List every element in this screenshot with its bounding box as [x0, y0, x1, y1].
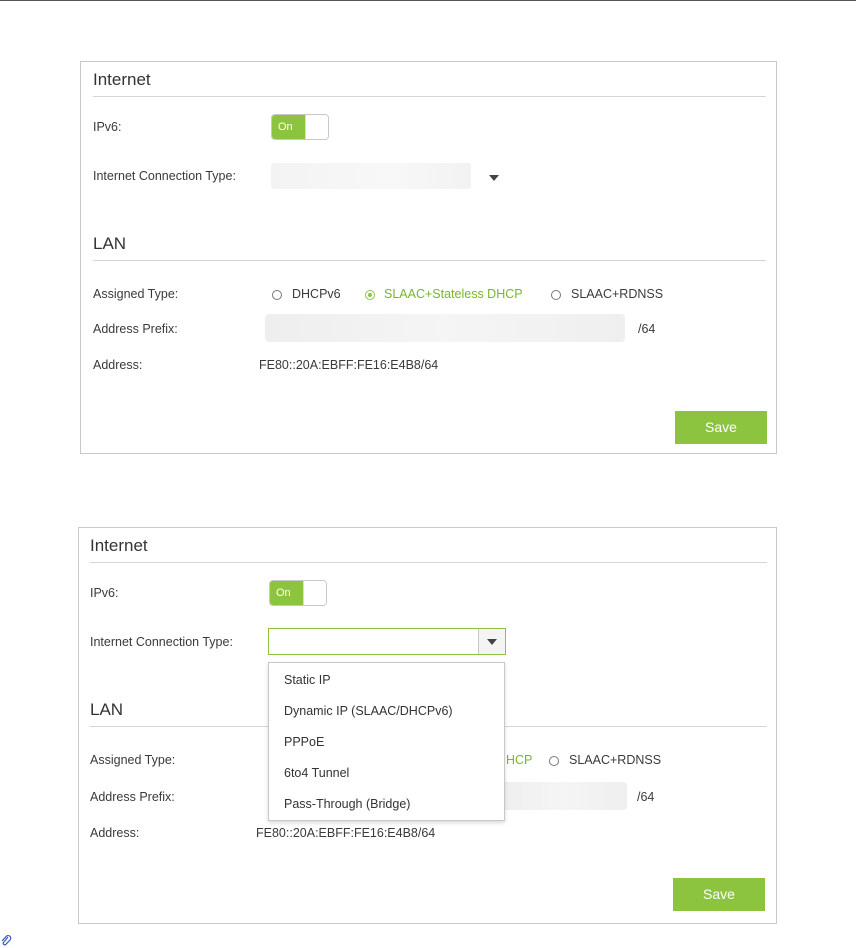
ipv6-toggle[interactable]: On: [271, 114, 329, 140]
radio-slaac-rdnss-label[interactable]: SLAAC+RDNSS: [569, 753, 661, 767]
address-prefix-label: Address Prefix:: [90, 790, 175, 804]
save-button[interactable]: Save: [673, 878, 765, 911]
address-label: Address:: [93, 358, 143, 372]
address-value: FE80::20A:EBFF:FE16:E4B8/64: [256, 826, 436, 840]
internet-section-title: Internet: [93, 70, 151, 89]
triangle-down-icon[interactable]: [489, 175, 499, 181]
radio-dhcpv6-label[interactable]: DHCPv6: [292, 287, 341, 301]
internet-section-divider: [90, 562, 767, 563]
dropdown-option-pppoe[interactable]: PPPoE: [284, 735, 324, 749]
paperclip-icon: [1, 934, 12, 946]
address-prefix-input[interactable]: [265, 314, 625, 342]
address-label: Address:: [90, 826, 140, 840]
connection-type-select[interactable]: [268, 628, 506, 655]
radio-option-fragment[interactable]: HCP: [506, 753, 532, 767]
dropdown-toggle-button[interactable]: [478, 629, 505, 654]
save-button[interactable]: Save: [675, 411, 767, 444]
radio-slaac-stateless-dhcp-label[interactable]: SLAAC+Stateless DHCP: [384, 287, 523, 301]
ipv6-toggle[interactable]: On: [269, 580, 327, 606]
internet-section-title: Internet: [90, 536, 148, 555]
dropdown-option-6to4-tunnel[interactable]: 6to4 Tunnel: [284, 766, 349, 780]
connection-type-select[interactable]: [271, 163, 471, 189]
toggle-knob: [303, 581, 326, 605]
radio-slaac-rdnss[interactable]: [549, 756, 559, 766]
address-prefix-label: Address Prefix:: [93, 322, 178, 336]
assigned-type-label: Assigned Type:: [90, 753, 176, 767]
lan-section-divider: [93, 260, 766, 261]
dropdown-option-pass-through[interactable]: Pass-Through (Bridge): [284, 797, 410, 811]
switch-on-icon: On: [272, 115, 306, 139]
lan-section-title: LAN: [93, 234, 127, 253]
radio-slaac-rdnss[interactable]: [551, 290, 561, 300]
address-value: FE80::20A:EBFF:FE16:E4B8/64: [259, 358, 439, 372]
radio-slaac-rdnss-label[interactable]: SLAAC+RDNSS: [571, 287, 663, 301]
internet-section-divider: [93, 96, 766, 97]
triangle-down-icon: [487, 639, 497, 645]
connection-type-label: Internet Connection Type:: [90, 635, 233, 649]
toggle-knob: [305, 115, 328, 139]
radio-slaac-stateless-dhcp[interactable]: [365, 290, 375, 300]
address-prefix-suffix: /64: [638, 322, 656, 336]
dropdown-option-dynamic-ip[interactable]: Dynamic IP (SLAAC/DHCPv6): [284, 704, 453, 718]
dropdown-option-static-ip[interactable]: Static IP: [284, 673, 331, 687]
connection-type-label: Internet Connection Type:: [93, 169, 236, 183]
address-prefix-input[interactable]: [499, 782, 627, 810]
address-prefix-suffix: /64: [637, 790, 655, 804]
lan-section-title: LAN: [90, 700, 124, 719]
settings-panel-1: Internet IPv6: On Internet Connection Ty…: [80, 61, 777, 454]
radio-dhcpv6[interactable]: [272, 290, 282, 300]
ipv6-label: IPv6:: [90, 586, 119, 600]
connection-type-dropdown-menu: Static IP Dynamic IP (SLAAC/DHCPv6) PPPo…: [268, 662, 505, 821]
top-border-line: [0, 0, 856, 1]
ipv6-label: IPv6:: [93, 120, 122, 134]
switch-on-icon: On: [270, 581, 304, 605]
assigned-type-label: Assigned Type:: [93, 287, 179, 301]
